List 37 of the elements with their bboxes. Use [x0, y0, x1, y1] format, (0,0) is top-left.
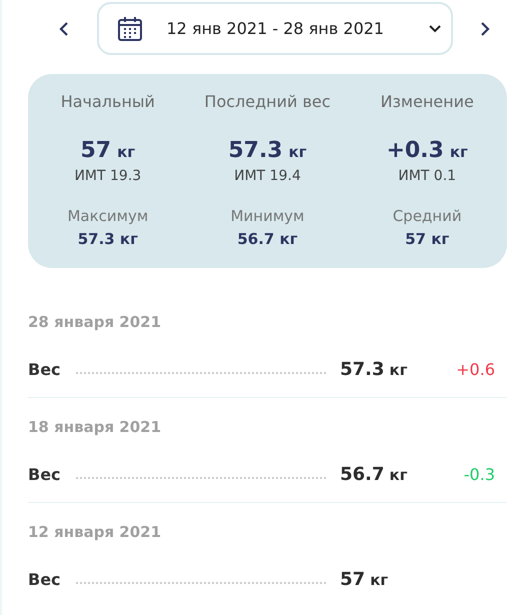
- stat-label: Начальный: [60, 91, 155, 113]
- bmi-text: ИМТ 19.3: [74, 167, 142, 186]
- change-value: +0.6: [456, 358, 495, 380]
- row-label: Вес: [28, 464, 62, 486]
- stat-value: 57: [80, 138, 112, 164]
- date-heading: 28 января 2021: [28, 312, 162, 332]
- stat-label: Изменение: [380, 91, 474, 113]
- stat-sub-label: Максимум: [67, 206, 148, 227]
- stat-value: +0.3: [386, 138, 444, 164]
- date-heading: 18 января 2021: [28, 417, 162, 437]
- unit-label: кг: [389, 360, 408, 381]
- unit-label: кг: [450, 142, 468, 163]
- date-range-dropdown[interactable]: 12 янв 2021 - 28 янв 2021: [96, 2, 452, 55]
- row-label: Вес: [28, 568, 62, 590]
- weight-value: 57: [340, 568, 366, 592]
- chevron-right-icon: [480, 20, 490, 36]
- stat-sub-value: 57 кг: [405, 228, 450, 250]
- calendar-icon: [116, 16, 142, 42]
- stat-label: Последний вес: [204, 91, 331, 113]
- chevron-left-icon: [59, 20, 69, 36]
- bmi-text: ИМТ 19.4: [234, 167, 301, 186]
- unit-label: кг: [288, 142, 307, 163]
- chevron-down-icon: [428, 24, 440, 32]
- date-heading: 12 января 2021: [28, 522, 162, 542]
- stat-sub-value: 57.3 кг: [78, 228, 138, 250]
- unit-label: кг: [370, 570, 388, 591]
- bmi-text: ИМТ 0.1: [398, 167, 456, 186]
- stat-sub-label: Минимум: [230, 206, 304, 227]
- unit-label: кг: [117, 142, 136, 163]
- change-value: -0.3: [464, 464, 495, 486]
- stat-value: 57.3: [228, 138, 283, 164]
- stat-sub-label: Средний: [392, 206, 462, 227]
- row-label: Вес: [28, 358, 62, 380]
- unit-label: кг: [389, 465, 408, 486]
- weight-value: 56.7: [340, 463, 384, 487]
- stat-sub-value: 56.7 кг: [237, 228, 298, 250]
- weight-value: 57.3: [340, 358, 384, 382]
